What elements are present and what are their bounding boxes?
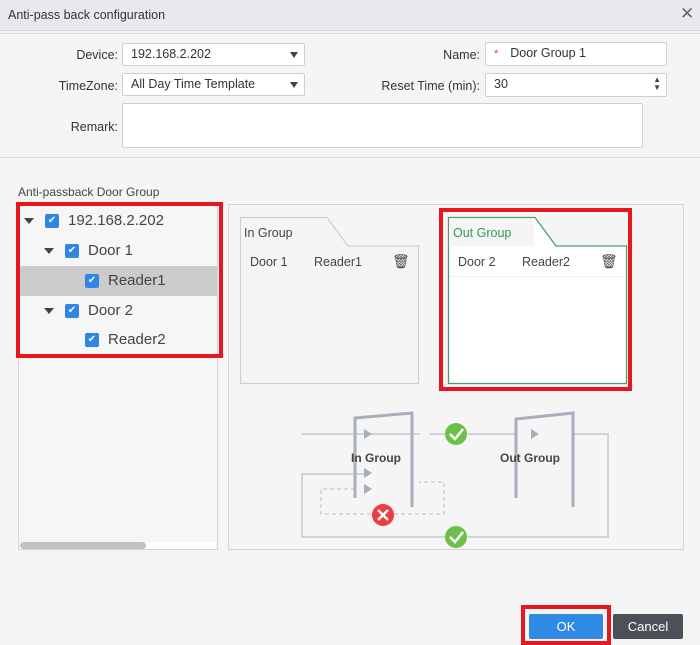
diagram-in-group-label: In Group xyxy=(351,451,401,465)
diagram-out-group-label: Out Group xyxy=(500,451,560,465)
ok-button[interactable]: OK xyxy=(529,614,603,639)
anti-passback-diagram xyxy=(301,411,609,548)
check-circle-icon xyxy=(445,423,467,445)
cancel-button[interactable]: Cancel xyxy=(613,614,683,639)
check-circle-icon xyxy=(445,526,467,548)
error-circle-icon xyxy=(372,504,394,526)
